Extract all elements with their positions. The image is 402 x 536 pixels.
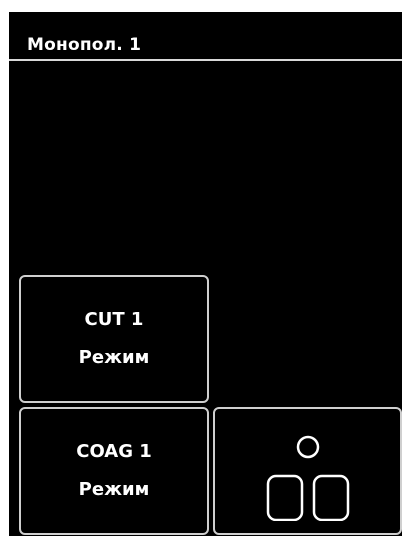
coag-mode-button[interactable]: COAG 1 Режим [19, 407, 209, 535]
coag-mode-label: Режим [78, 479, 150, 500]
device-screen: Монопол. 1 CUT 1 Режим COAG 1 Режим [9, 12, 402, 536]
cut-mode-name: CUT 1 [84, 309, 144, 330]
cut-mode-label: Режим [78, 347, 150, 368]
header-bar: Монопол. 1 [9, 12, 402, 61]
footswitch-icon [266, 435, 349, 521]
footswitch-button[interactable] [213, 407, 402, 535]
cut-mode-button[interactable]: CUT 1 Режим [19, 275, 209, 403]
coag-mode-name: COAG 1 [76, 441, 152, 462]
page-title: Монопол. 1 [27, 35, 142, 55]
